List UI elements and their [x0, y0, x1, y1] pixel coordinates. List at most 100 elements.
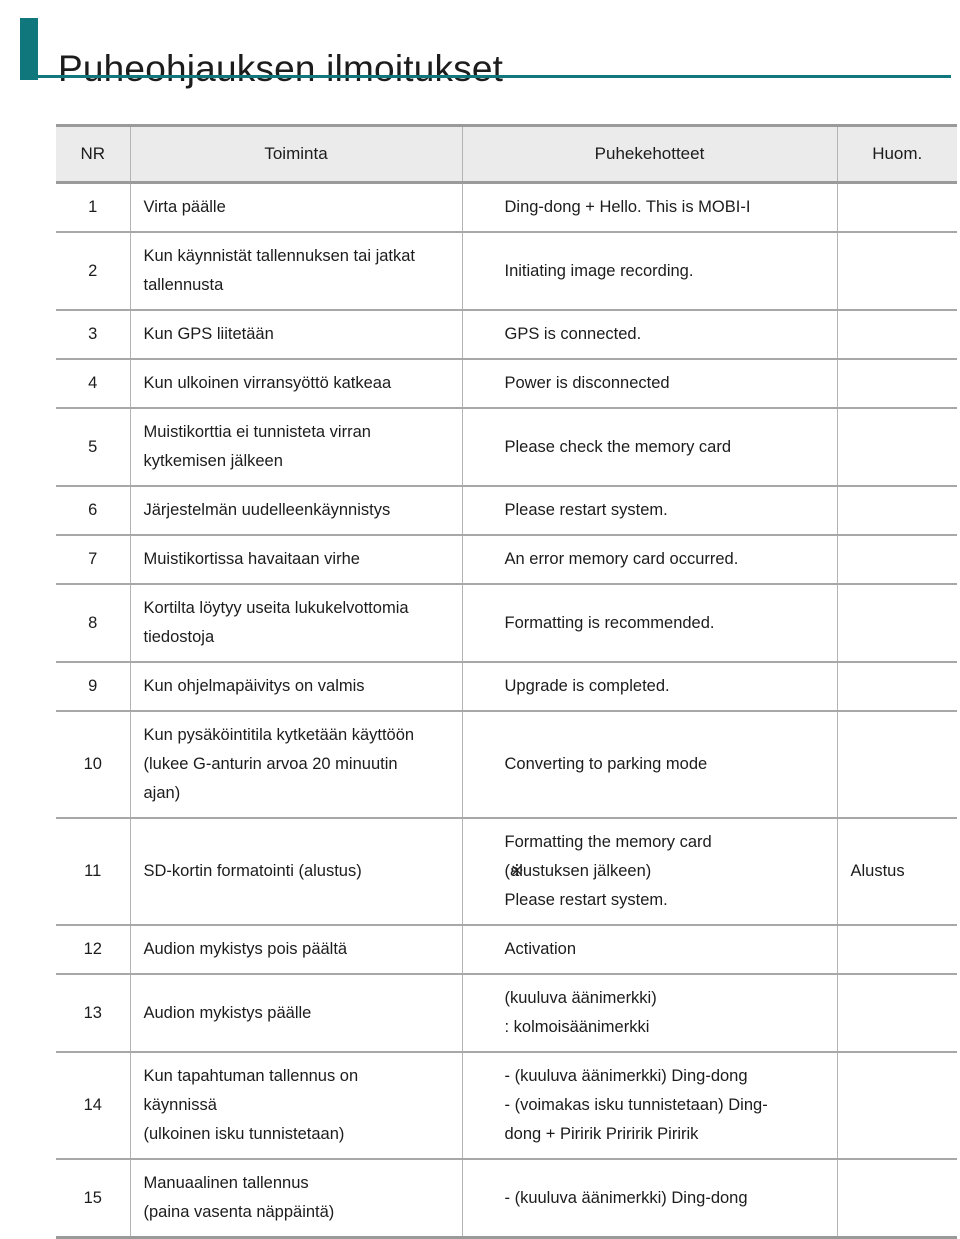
- cell-prompt-line: - (kuuluva äänimerkki) Ding-dong: [504, 1188, 748, 1207]
- table-row: 1 Virta päälle Ding-dong + Hello. This is …: [56, 181, 957, 232]
- cell-nr: 11: [56, 817, 131, 925]
- cell-note: [836, 181, 957, 232]
- cell-action-line: Audion mykistys pois päältä: [143, 940, 348, 958]
- cell-action: Muistikorttia ei tunnisteta virran kytkem…: [129, 407, 463, 486]
- cell-prompt: - (kuuluva äänimerkki) Ding-dong: [461, 1158, 838, 1239]
- cell-note: [836, 710, 957, 818]
- cell-nr: 3: [56, 309, 131, 359]
- cell-action-line: kytkemisen jälkeen: [143, 452, 283, 470]
- cell-note: [836, 583, 957, 662]
- cell-nr: 12: [56, 924, 131, 974]
- cell-action-line: Audion mykistys päälle: [143, 1003, 312, 1022]
- cell-action-line: käynnissä: [143, 1096, 217, 1114]
- cell-action: Kun käynnistät tallennuksen tai jatkat ta…: [129, 231, 463, 310]
- cell-note: [836, 661, 957, 711]
- cell-action: Virta päälle: [129, 181, 463, 232]
- cell-action-line: tallennusta: [143, 276, 224, 294]
- cell-prompt-line: (a ※ lustuksen jälkeen): [505, 857, 829, 886]
- column-header-action: Toiminta: [129, 124, 463, 184]
- column-header-prompt: Puhekehotteet: [461, 124, 838, 184]
- cell-action-line: (lukee G-anturin arvoa 20 minuutin: [143, 755, 398, 773]
- table-row: 7 Muistikortissa havaitaan virhe An error …: [56, 534, 957, 584]
- cell-nr: 9: [56, 661, 131, 711]
- cell-action-line: SD-kortin formatointi (alustus): [143, 862, 362, 880]
- cell-action: Kun GPS liitetään: [129, 309, 463, 359]
- cell-action-line: Muistikorttia ei tunnisteta virran: [143, 423, 371, 441]
- cell-note: [836, 485, 957, 535]
- cell-prompt: - (kuuluva äänimerkki) Ding-dong - (voima…: [461, 1051, 838, 1159]
- cell-action: Kun pysäköintitila kytketään käyttöön (lu…: [129, 710, 463, 818]
- cell-action-line: (paina vasenta näppäintä): [143, 1203, 335, 1221]
- cell-action-line: ajan): [143, 784, 181, 802]
- cell-prompt: GPS is connected.: [461, 309, 838, 359]
- cell-nr: 8: [56, 583, 131, 662]
- cell-prompt-line: Upgrade is completed.: [504, 677, 670, 695]
- cell-nr: 4: [56, 358, 131, 408]
- cell-prompt-line: dong + Piririk Priririk Piririk: [504, 1125, 699, 1143]
- table-row: 13 Audion mykistys päälle (kuuluva äänimer…: [56, 973, 957, 1052]
- cell-note: [836, 1051, 957, 1159]
- table-header: NR Toiminta Puhekehotteet Huom.: [56, 124, 957, 184]
- cell-prompt: Please check the memory card: [461, 407, 838, 486]
- cell-action: Kun ulkoinen virransyöttö katkeaa: [129, 358, 463, 408]
- cell-action: Kortilta löytyy useita lukukelvottomia ti…: [129, 583, 463, 662]
- cell-prompt: Power is disconnected: [461, 358, 838, 408]
- cell-prompt: Converting to parking mode: [461, 710, 838, 818]
- cell-prompt: Activation: [461, 924, 838, 974]
- cell-action-line: Kortilta löytyy useita lukukelvottomia: [143, 599, 409, 617]
- cell-action-line: Virta päälle: [143, 198, 226, 216]
- cell-nr: 14: [56, 1051, 131, 1159]
- cell-prompt-line: GPS is connected.: [504, 325, 642, 343]
- cell-note: [836, 407, 957, 486]
- cell-action-line: (ulkoinen isku tunnistetaan): [143, 1125, 345, 1143]
- page-title: Puheohjauksen ilmoitukset: [58, 47, 504, 89]
- cell-prompt-line: Power is disconnected: [504, 374, 670, 392]
- cell-action: Audion mykistys päälle: [129, 973, 463, 1052]
- cell-nr: 7: [56, 534, 131, 584]
- cell-action: Audion mykistys pois päältä: [129, 924, 463, 974]
- cell-action-line: Kun käynnistät tallennuksen tai jatkat: [143, 247, 416, 265]
- cell-action-line: tiedostoja: [143, 628, 215, 646]
- cell-prompt-line: Ding-dong + Hello. This is MOBI-I: [504, 198, 751, 216]
- table-header-row: NR Toiminta Puhekehotteet Huom.: [56, 124, 957, 184]
- cell-nr: 1: [56, 181, 131, 232]
- cell-note: [836, 309, 957, 359]
- cell-note: [836, 534, 957, 584]
- table-row: 14 Kun tapahtuman tallennus on käynnissä (u…: [56, 1051, 957, 1159]
- cell-prompt-line: : kolmoisäänimerkki: [504, 1018, 650, 1036]
- table-row: 11 SD-kortin formatointi (alustus) Formatt…: [56, 817, 957, 925]
- cell-prompt: Formatting the memory card (a ※ lustuksen j…: [461, 817, 838, 925]
- cell-prompt-line: - (kuuluva äänimerkki) Ding-dong: [504, 1067, 748, 1085]
- cell-prompt: Initiating image recording.: [461, 231, 838, 310]
- column-header-nr: NR: [56, 124, 131, 184]
- cell-nr: 10: [56, 710, 131, 818]
- table-row: 9 Kun ohjelmapäivitys on valmis Upgrade is…: [56, 661, 957, 711]
- cell-prompt: (kuuluva äänimerkki) : kolmoisäänimerkki: [461, 973, 838, 1052]
- cell-prompt-line: (kuuluva äänimerkki): [504, 989, 657, 1007]
- cell-prompt-line: Formatting is recommended.: [504, 613, 715, 632]
- table-row: 5 Muistikorttia ei tunnisteta virran kytke…: [56, 407, 957, 486]
- cell-prompt-line: Formatting the memory card: [504, 833, 712, 851]
- cell-nr: 5: [56, 407, 131, 486]
- overstrike-glyph: a ※: [510, 857, 524, 886]
- cell-prompt-line: Please restart system.: [504, 501, 668, 519]
- cell-action-line: Kun ulkoinen virransyöttö katkeaa: [143, 374, 392, 392]
- table-row: 3 Kun GPS liitetään GPS is connected.: [56, 309, 957, 359]
- table-row: 2 Kun käynnistät tallennuksen tai jatkat t…: [56, 231, 957, 310]
- table-row: 15 Manuaalinen tallennus (paina vasenta nä…: [56, 1158, 957, 1239]
- cell-prompt-line: Initiating image recording.: [504, 261, 694, 280]
- cell-action-line: Muistikortissa havaitaan virhe: [143, 550, 360, 568]
- table-row: 8 Kortilta löytyy useita lukukelvottomia t…: [56, 583, 957, 662]
- cell-note: [836, 231, 957, 310]
- table-row: 4 Kun ulkoinen virransyöttö katkeaa Power …: [56, 358, 957, 408]
- cell-note: [836, 973, 957, 1052]
- table-body: 1 Virta päälle Ding-dong + Hello. This is …: [56, 181, 957, 1239]
- cell-note: [836, 358, 957, 408]
- cell-prompt: Upgrade is completed.: [461, 661, 838, 711]
- cell-action: Manuaalinen tallennus (paina vasenta näpp…: [129, 1158, 463, 1239]
- cell-action-line: Järjestelmän uudelleenkäynnistys: [143, 501, 391, 519]
- reference-mark-icon: ※: [510, 862, 524, 880]
- cell-action-line: Kun ohjelmapäivitys on valmis: [143, 677, 365, 695]
- cell-nr: 2: [56, 231, 131, 310]
- cell-nr: 13: [56, 973, 131, 1052]
